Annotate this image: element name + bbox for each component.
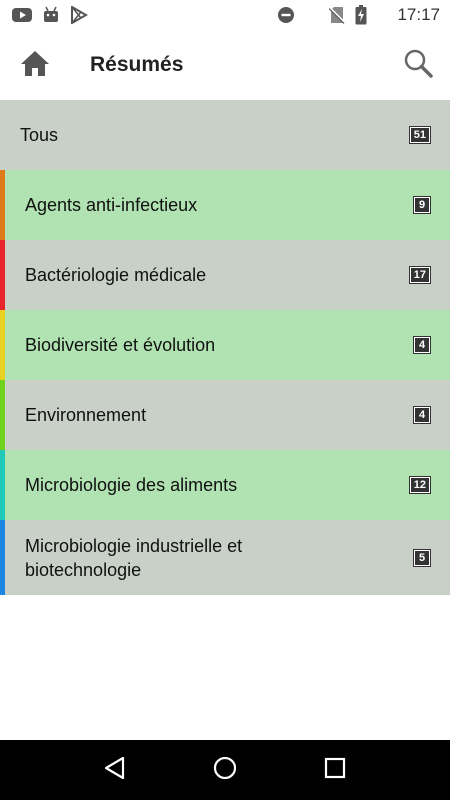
list-item-category[interactable]: Environnement 4 xyxy=(0,380,450,450)
youtube-icon xyxy=(12,7,32,23)
category-color-strip xyxy=(0,170,5,240)
navigation-bar xyxy=(0,740,450,800)
category-color-strip xyxy=(0,450,5,520)
no-sim-icon xyxy=(329,6,346,24)
category-color-strip xyxy=(0,380,5,450)
search-button[interactable] xyxy=(400,47,436,83)
status-left-icons xyxy=(0,6,88,24)
count-badge: 4 xyxy=(413,336,431,354)
category-color-strip xyxy=(0,310,5,380)
category-color-strip xyxy=(0,520,5,595)
status-bar: 17:17 xyxy=(0,0,450,30)
list-item-label: Environnement xyxy=(25,405,147,425)
nav-home-button[interactable] xyxy=(205,750,245,790)
list-item-label: Microbiologie industrielle et biotechnol… xyxy=(25,535,243,580)
android-icon xyxy=(42,6,60,24)
list-item-category[interactable]: Agents anti-infectieux 9 xyxy=(0,170,450,240)
list-item-category[interactable]: Biodiversité et évolution 4 xyxy=(0,310,450,380)
home-circle-icon xyxy=(213,756,237,785)
back-icon xyxy=(104,756,126,785)
count-badge: 17 xyxy=(408,266,432,284)
list-item-label: Agents anti-infectieux xyxy=(25,195,198,215)
count-badge: 9 xyxy=(413,196,431,214)
count-badge: 5 xyxy=(413,548,431,567)
page-title: Résumés xyxy=(90,53,184,76)
list-item-label: Microbiologie des aliments xyxy=(25,475,238,495)
recents-icon xyxy=(324,757,346,784)
app-bar: Résumés xyxy=(0,30,450,100)
status-right-icons: 17:17 xyxy=(277,5,450,25)
play-store-icon xyxy=(70,6,88,24)
nav-recents-button[interactable] xyxy=(315,750,355,790)
list-item-category[interactable]: Microbiologie des aliments 12 xyxy=(0,450,450,520)
count-badge: 4 xyxy=(413,406,431,424)
do-not-disturb-icon xyxy=(277,6,295,24)
count-badge: 12 xyxy=(408,476,432,494)
list-item-label: Bactériologie médicale xyxy=(25,265,207,285)
nav-back-button[interactable] xyxy=(95,750,135,790)
battery-charging-icon xyxy=(355,5,367,25)
home-button[interactable] xyxy=(18,48,52,82)
category-color-strip xyxy=(0,240,5,310)
list-item-category[interactable]: Microbiologie industrielle et biotechnol… xyxy=(0,520,450,595)
home-icon xyxy=(20,49,50,82)
category-list: Tous 51 Agents anti-infectieux 9 Bactéri… xyxy=(0,100,450,595)
list-item-category[interactable]: Bactériologie médicale 17 xyxy=(0,240,450,310)
list-item-label: Biodiversité et évolution xyxy=(25,335,216,355)
status-time: 17:17 xyxy=(397,5,440,24)
list-item-all[interactable]: Tous 51 xyxy=(0,100,450,170)
list-item-label: Tous xyxy=(20,125,59,145)
search-icon xyxy=(403,48,433,83)
screen: 17:17 Résumés Tous 51 Agents anti-infect… xyxy=(0,0,450,800)
count-badge: 51 xyxy=(408,126,432,144)
